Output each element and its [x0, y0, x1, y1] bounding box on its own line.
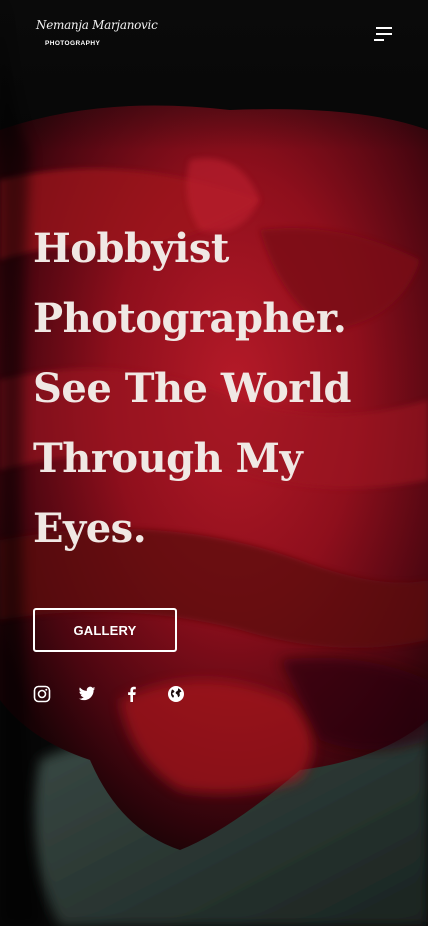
- hero-title-line: Photographer.: [33, 295, 347, 342]
- globe-icon[interactable]: [167, 685, 185, 703]
- hero-title-line: See The World: [33, 365, 352, 412]
- instagram-icon[interactable]: [33, 685, 51, 703]
- hero-title-line: Eyes.: [33, 505, 147, 552]
- site-header: Nemanja Marjanovic PHOTOGRAPHY: [0, 0, 428, 70]
- menu-line: [376, 27, 392, 29]
- hero-title-line: Hobbyist: [33, 225, 229, 272]
- hamburger-menu-icon[interactable]: [372, 25, 392, 43]
- twitter-icon[interactable]: [78, 685, 96, 703]
- hero-title-line: Through My: [33, 435, 303, 482]
- menu-line: [374, 39, 384, 41]
- logo-subtitle: PHOTOGRAPHY: [45, 40, 101, 47]
- menu-line: [376, 33, 392, 35]
- logo-signature: Nemanja Marjanovic: [36, 18, 158, 32]
- facebook-icon[interactable]: [123, 685, 141, 703]
- brand-logo[interactable]: Nemanja Marjanovic PHOTOGRAPHY: [36, 18, 158, 52]
- gallery-button[interactable]: GALLERY: [33, 608, 177, 652]
- hero-title: Hobbyist Photographer. See The World Thr…: [33, 214, 393, 564]
